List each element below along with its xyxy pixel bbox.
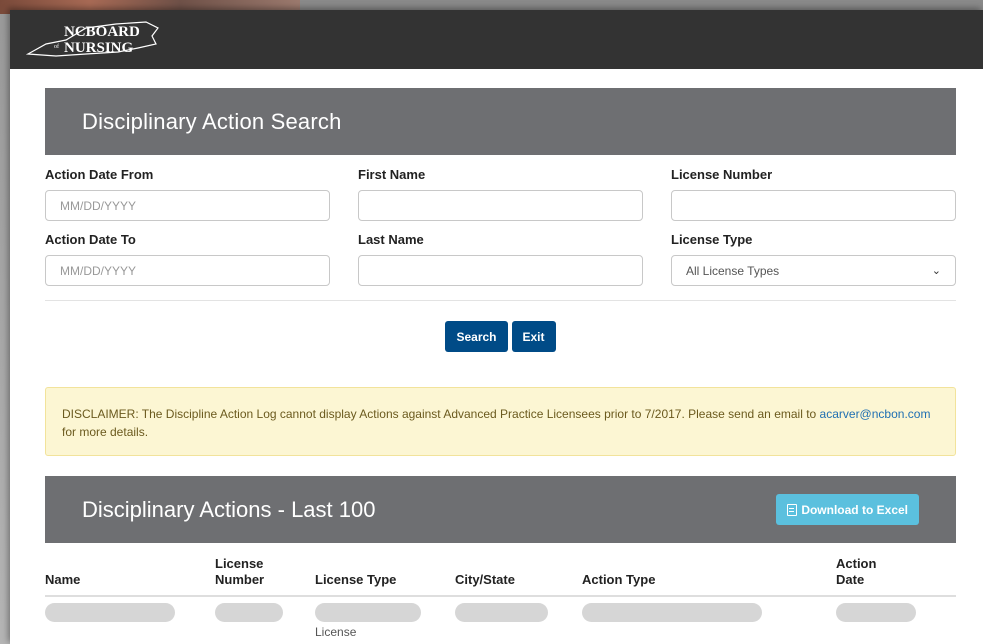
download-excel-button[interactable]: Download to Excel: [776, 494, 919, 525]
first-name-group: First Name: [358, 167, 643, 221]
nc-board-of-nursing-logo[interactable]: NCBOARD of NURSING: [26, 14, 166, 64]
main-content: Disciplinary Action Search Action Date F…: [45, 88, 956, 639]
exit-button[interactable]: Exit: [511, 321, 556, 352]
col-header-license-type[interactable]: License Type: [315, 556, 455, 597]
last-name-label: Last Name: [358, 232, 424, 247]
col-header-city-state[interactable]: City/State: [455, 556, 582, 597]
row-sub-label: License: [315, 625, 357, 639]
action-date-to-label: Action Date To: [45, 232, 136, 247]
license-number-input[interactable]: [671, 190, 956, 221]
top-navbar: NCBOARD of NURSING: [10, 10, 983, 69]
first-name-label: First Name: [358, 167, 426, 182]
disclaimer-email-link[interactable]: acarver@ncbon.com: [820, 407, 931, 421]
file-excel-icon: [787, 503, 798, 516]
table-header-row: Name License Number License Type City/St…: [45, 556, 956, 597]
results-panel-header: Disciplinary Actions - Last 100 Download…: [45, 476, 956, 543]
license-type-selected: All License Types: [686, 263, 780, 278]
license-number-group: License Number: [671, 167, 956, 221]
col-header-action-type[interactable]: Action Type: [582, 556, 836, 597]
chevron-down-icon: ⌄: [931, 265, 941, 277]
license-type-select[interactable]: All License Types ⌄: [671, 255, 956, 286]
logo-text-of: of: [54, 43, 59, 50]
search-button[interactable]: Search: [445, 321, 508, 352]
last-name-input[interactable]: [358, 255, 643, 286]
col-header-license-number-text: License Number: [215, 556, 265, 587]
logo-text-line1: NCBOARD: [64, 24, 140, 40]
table-row[interactable]: License: [45, 596, 956, 639]
results-table: Name License Number License Type City/St…: [45, 556, 956, 639]
form-divider: [45, 300, 956, 301]
action-date-to-input[interactable]: [45, 255, 330, 286]
license-type-label: License Type: [671, 232, 753, 247]
col-header-license-number[interactable]: License Number: [215, 556, 315, 597]
action-date-from-label: Action Date From: [45, 167, 154, 182]
loading-placeholder: [45, 603, 175, 622]
loading-placeholder: [582, 603, 762, 622]
search-panel-header: Disciplinary Action Search: [45, 88, 956, 155]
action-date-to-group: Action Date To: [45, 232, 330, 286]
loading-placeholder: [455, 603, 548, 622]
disclaimer-text: DISCLAIMER: The Discipline Action Log ca…: [62, 407, 820, 421]
loading-placeholder: [315, 603, 421, 622]
disclaimer-suffix: for more details.: [62, 425, 149, 439]
logo-text-line2: NURSING: [64, 40, 134, 56]
action-date-from-group: Action Date From: [45, 167, 330, 221]
license-number-label: License Number: [671, 167, 773, 182]
results-panel-title: Disciplinary Actions - Last 100: [82, 496, 376, 522]
license-type-group: License Type All License Types ⌄: [671, 232, 956, 286]
col-header-action-date[interactable]: Action Date: [836, 556, 956, 597]
last-name-group: Last Name: [358, 232, 643, 286]
background-edge: [0, 14, 10, 644]
action-date-from-input[interactable]: [45, 190, 330, 221]
first-name-input[interactable]: [358, 190, 643, 221]
disclaimer-alert: DISCLAIMER: The Discipline Action Log ca…: [45, 387, 956, 456]
form-actions: Search Exit: [45, 321, 956, 352]
app-window: NCBOARD of NURSING Disciplinary Action S…: [10, 10, 983, 644]
search-form: Action Date From First Name License Numb…: [45, 167, 956, 297]
col-header-name[interactable]: Name: [45, 556, 215, 597]
search-panel-title: Disciplinary Action Search: [82, 108, 342, 134]
loading-placeholder: [215, 603, 283, 622]
download-excel-label: Download to Excel: [801, 502, 908, 517]
loading-placeholder: [836, 603, 916, 622]
col-header-action-date-text: Action Date: [836, 556, 877, 587]
